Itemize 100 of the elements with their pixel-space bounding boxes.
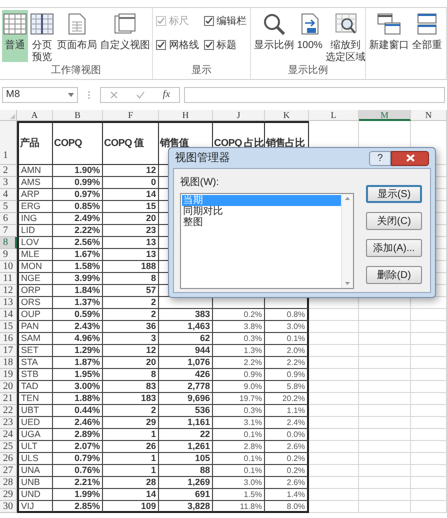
list-item[interactable]: 同期对比 (182, 206, 341, 217)
formula-input[interactable] (184, 86, 445, 102)
empty-cell[interactable] (411, 465, 447, 477)
empty-cell[interactable] (411, 501, 447, 513)
empty-cell[interactable] (309, 345, 359, 357)
row-header[interactable]: 21 (0, 393, 17, 405)
empty-cell[interactable] (309, 465, 359, 477)
list-item[interactable]: 整图 (182, 217, 341, 228)
scroll-up-icon[interactable] (345, 197, 350, 200)
column-header[interactable]: H (159, 110, 213, 121)
empty-cell[interactable] (359, 381, 411, 393)
checkbox[interactable] (156, 40, 166, 50)
empty-cell[interactable] (309, 405, 359, 417)
row-header[interactable]: 18 (0, 357, 17, 369)
empty-cell[interactable] (309, 369, 359, 381)
help-button[interactable]: ? (369, 150, 391, 166)
insert-function-button[interactable]: fx (162, 87, 170, 102)
empty-cell[interactable] (359, 477, 411, 489)
empty-cell[interactable] (309, 309, 359, 321)
empty-cell[interactable] (309, 453, 359, 465)
row-header[interactable]: 15 (0, 321, 17, 333)
row-header[interactable]: 16 (0, 333, 17, 345)
check-icon[interactable] (136, 90, 145, 98)
row-header[interactable]: 22 (0, 405, 17, 417)
checkbox[interactable] (204, 40, 214, 50)
cancel-icon[interactable] (110, 90, 118, 98)
empty-cell[interactable] (359, 321, 411, 333)
empty-cell[interactable] (309, 321, 359, 333)
row-header[interactable]: 7 (0, 225, 17, 237)
empty-cell[interactable] (411, 321, 447, 333)
row-header[interactable]: 30 (0, 501, 17, 513)
row-header[interactable]: 25 (0, 441, 17, 453)
dialog-button[interactable]: 删除(D) (366, 266, 422, 284)
empty-cell[interactable] (309, 357, 359, 369)
empty-cell[interactable] (411, 345, 447, 357)
column-header[interactable]: K (265, 110, 309, 121)
empty-cell[interactable] (309, 393, 359, 405)
empty-cell[interactable] (309, 417, 359, 429)
row-header[interactable]: 11 (0, 273, 17, 285)
empty-cell[interactable] (359, 345, 411, 357)
empty-cell[interactable] (411, 309, 447, 321)
row-header[interactable]: 24 (0, 429, 17, 441)
column-header[interactable]: F (103, 110, 159, 121)
empty-cell[interactable] (309, 489, 359, 501)
empty-cell[interactable] (411, 333, 447, 345)
ribbon-button[interactable]: 显示比例 (253, 10, 295, 62)
ribbon-button[interactable]: 普通 (2, 10, 28, 62)
ribbon-button[interactable]: 缩放到 选定区域 (324, 10, 365, 62)
empty-cell[interactable] (411, 417, 447, 429)
empty-cell[interactable] (309, 333, 359, 345)
empty-cell[interactable] (309, 501, 359, 513)
dialog-button[interactable]: 关闭(C) (366, 212, 422, 230)
empty-cell[interactable] (359, 489, 411, 501)
row-header[interactable]: 23 (0, 417, 17, 429)
ribbon-button[interactable]: 100% (296, 10, 324, 62)
row-header[interactable]: 28 (0, 477, 17, 489)
empty-cell[interactable] (359, 417, 411, 429)
empty-cell[interactable] (309, 441, 359, 453)
ribbon-button[interactable]: 页面布局 (56, 10, 98, 62)
ribbon-button[interactable]: 自定义视图 (99, 10, 151, 62)
empty-cell[interactable] (359, 369, 411, 381)
dialog-button[interactable]: 显示(S) (366, 185, 422, 203)
row-header[interactable]: 6 (0, 213, 17, 225)
empty-cell[interactable] (411, 405, 447, 417)
empty-cell[interactable] (309, 381, 359, 393)
row-header[interactable]: 8 (0, 237, 17, 249)
row-header[interactable]: 12 (0, 285, 17, 297)
scroll-down-icon[interactable] (345, 282, 350, 285)
row-header[interactable]: 26 (0, 453, 17, 465)
empty-cell[interactable] (411, 381, 447, 393)
scrollbar[interactable] (341, 194, 353, 288)
column-header[interactable]: L (309, 110, 359, 121)
row-header[interactable]: 3 (0, 177, 17, 189)
empty-cell[interactable] (411, 453, 447, 465)
row-header[interactable]: 2 (0, 165, 17, 177)
empty-cell[interactable] (359, 441, 411, 453)
empty-cell[interactable] (411, 357, 447, 369)
row-header[interactable]: 27 (0, 465, 17, 477)
row-header[interactable]: 14 (0, 309, 17, 321)
column-header[interactable]: B (53, 110, 103, 121)
row-header[interactable]: 29 (0, 489, 17, 501)
empty-cell[interactable] (359, 453, 411, 465)
empty-cell[interactable] (411, 489, 447, 501)
row-header[interactable]: 13 (0, 297, 17, 309)
row-header[interactable]: 9 (0, 249, 17, 261)
empty-cell[interactable] (359, 333, 411, 345)
empty-cell[interactable] (309, 477, 359, 489)
row-header[interactable]: 4 (0, 189, 17, 201)
ribbon-button[interactable]: 分页 预览 (29, 10, 55, 62)
empty-cell[interactable] (359, 429, 411, 441)
column-header[interactable]: J (213, 110, 265, 121)
empty-cell[interactable] (359, 393, 411, 405)
ribbon-button[interactable]: 全部重 (411, 10, 443, 62)
view-list[interactable]: 当期 同期对比 整图 (180, 193, 354, 289)
dialog-button[interactable]: 添加(A)... (366, 239, 422, 257)
row-header[interactable]: 20 (0, 381, 17, 393)
checkbox[interactable] (204, 16, 214, 26)
empty-cell[interactable] (411, 393, 447, 405)
close-button[interactable] (391, 150, 429, 166)
empty-cell[interactable] (411, 369, 447, 381)
